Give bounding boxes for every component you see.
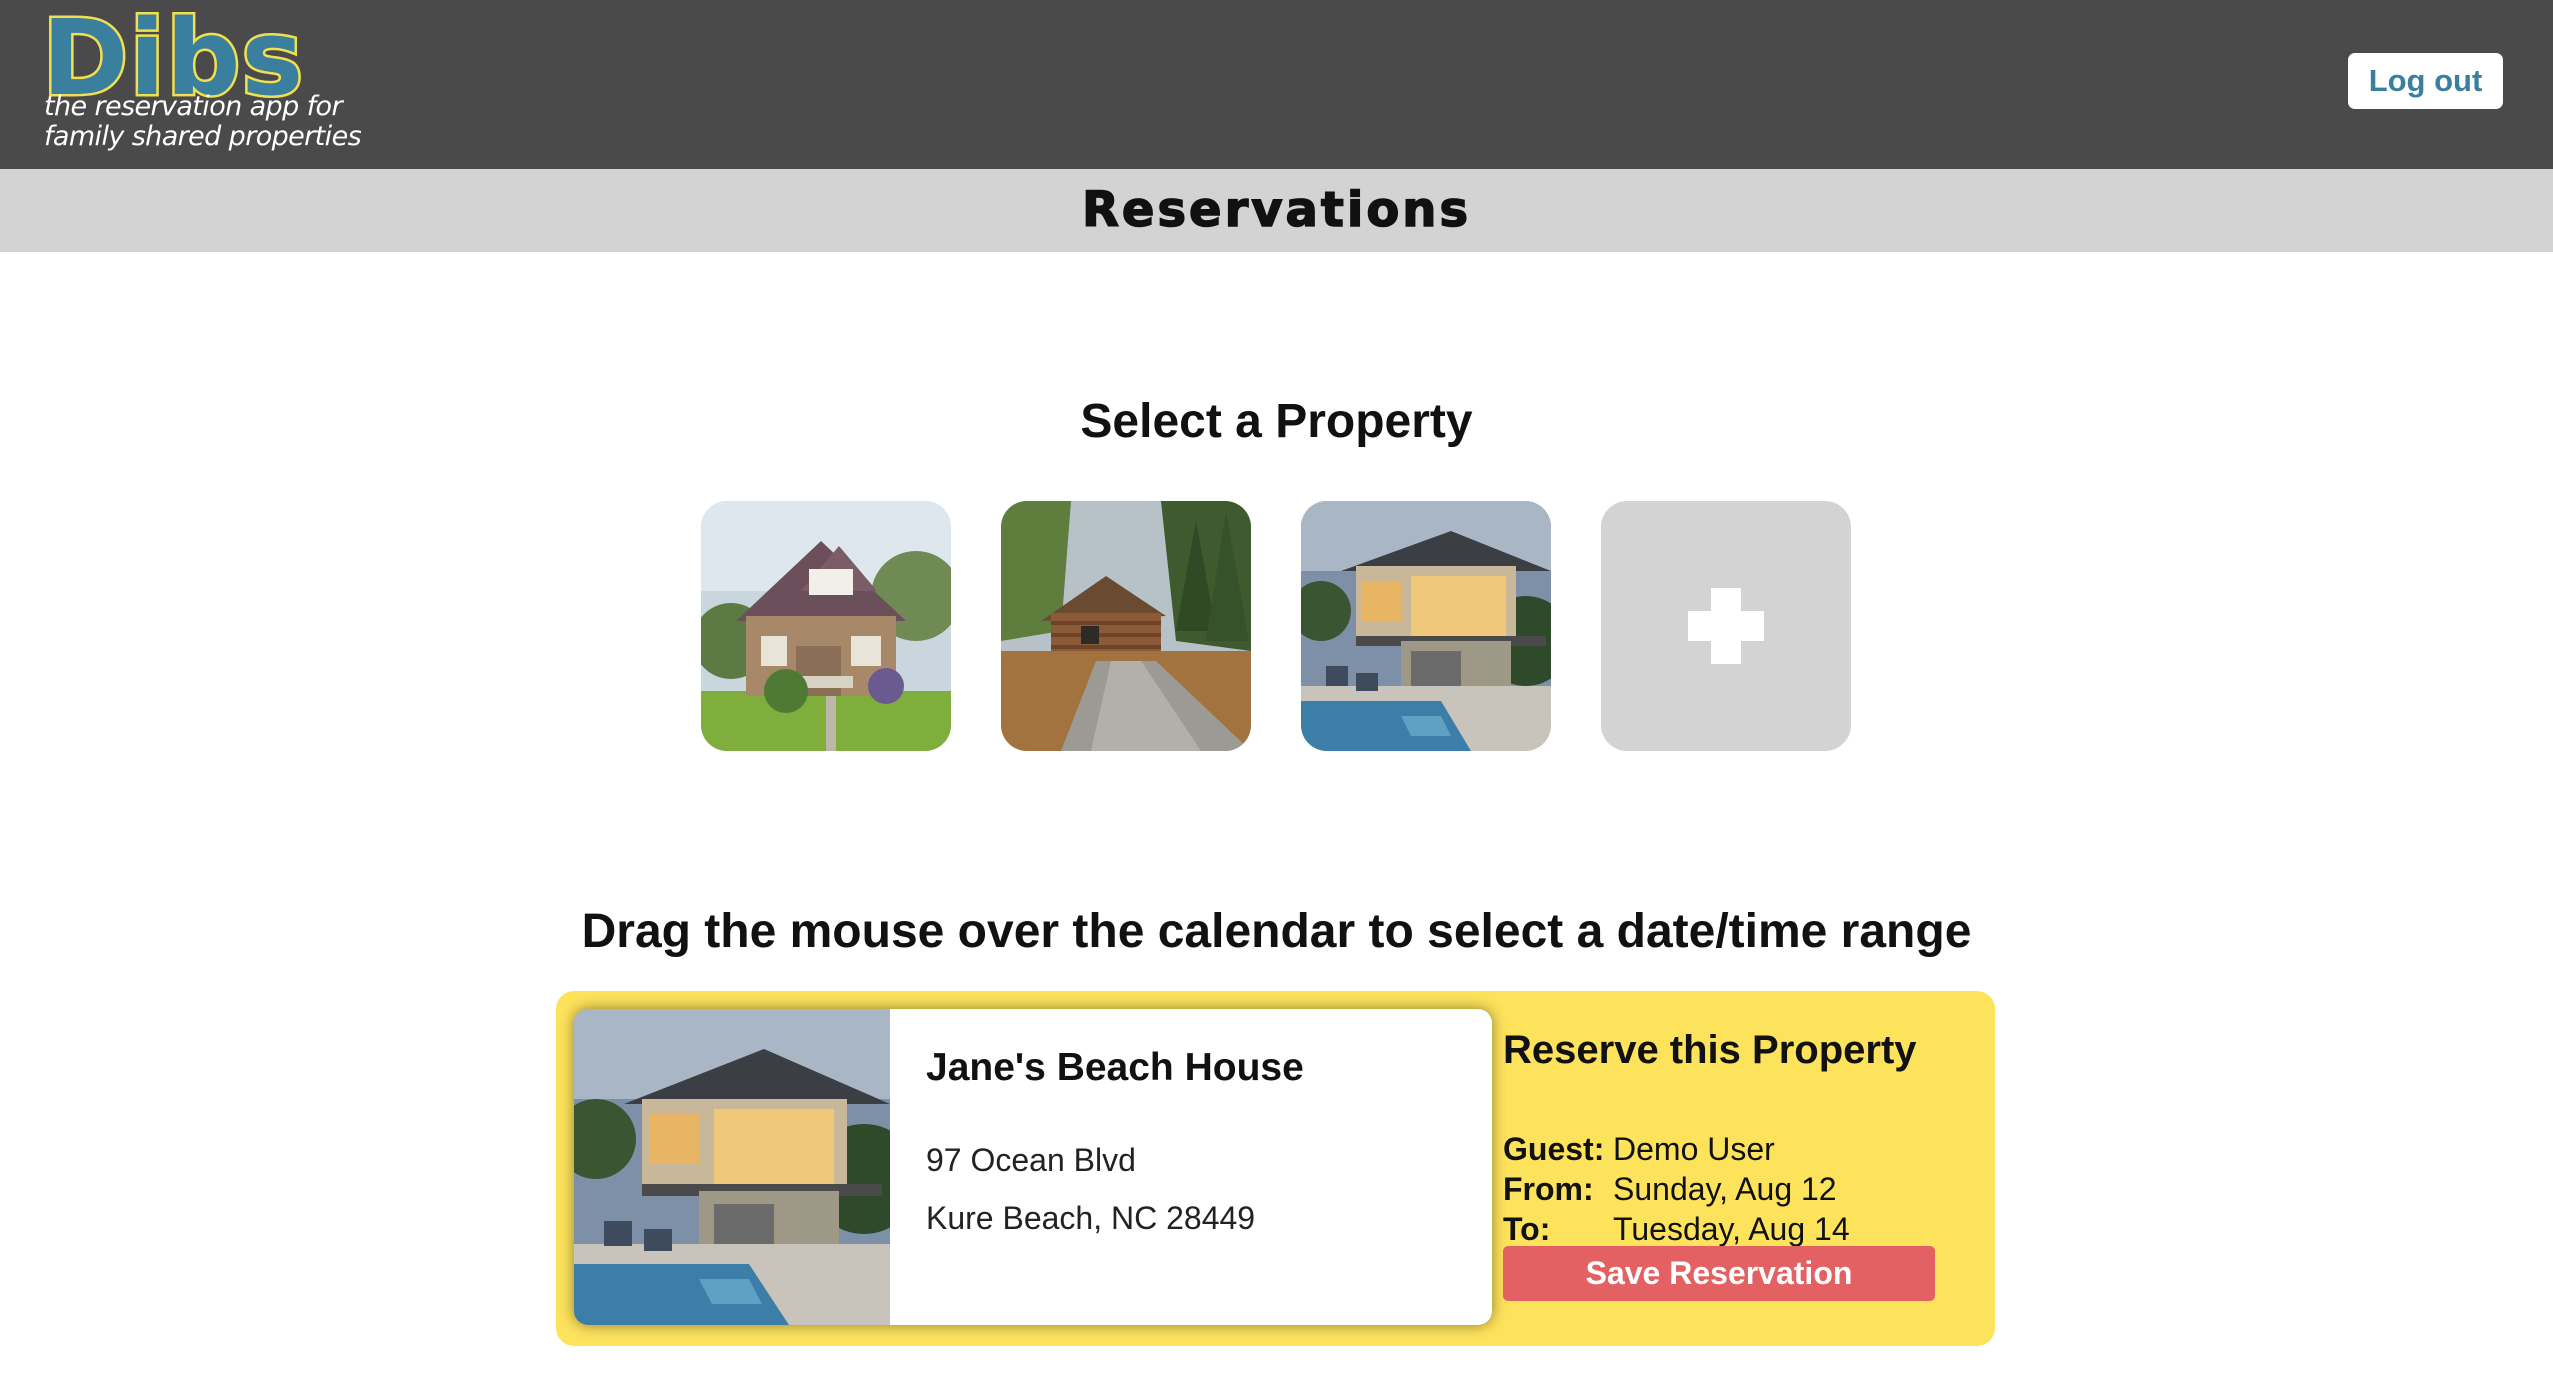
property-thumb-log-cabin[interactable] xyxy=(1001,501,1251,751)
beach-house-photo xyxy=(1301,501,1551,751)
selected-property-card: Jane's Beach House 97 Ocean Blvd Kure Be… xyxy=(574,1009,1492,1325)
selected-property-photo xyxy=(574,1009,890,1325)
log-cabin-photo xyxy=(1001,501,1251,751)
dibs-logo[interactable]: Dibs the reservation app for family shar… xyxy=(39,4,364,162)
tagline-line-1: the reservation app for xyxy=(44,91,343,122)
to-value: Tuesday, Aug 14 xyxy=(1613,1211,1850,1247)
save-reservation-button[interactable]: Save Reservation xyxy=(1503,1246,1935,1301)
tagline-line-2: family shared properties xyxy=(44,121,362,152)
to-row: To: Tuesday, Aug 14 xyxy=(1503,1209,1850,1249)
page-title: Reservations xyxy=(1081,181,1472,239)
property-thumb-craftsman-house[interactable] xyxy=(701,501,951,751)
to-label: To: xyxy=(1503,1211,1551,1247)
property-name: Jane's Beach House xyxy=(926,1046,1304,1089)
reserve-title: Reserve this Property xyxy=(1503,1028,1917,1072)
calendar-instruction: Drag the mouse over the calendar to sele… xyxy=(581,905,1972,958)
add-property-button[interactable] xyxy=(1601,501,1851,751)
guest-value: Demo User xyxy=(1613,1131,1775,1167)
guest-row: Guest: Demo User xyxy=(1503,1129,1775,1169)
select-property-heading: Select a Property xyxy=(1080,395,1473,448)
from-row: From: Sunday, Aug 12 xyxy=(1503,1169,1837,1209)
beach-house-photo xyxy=(574,1009,890,1325)
property-thumb-beach-house[interactable] xyxy=(1301,501,1551,751)
from-value: Sunday, Aug 12 xyxy=(1613,1171,1837,1207)
logout-button[interactable]: Log out xyxy=(2348,53,2503,109)
logo-tagline: the reservation app for family shared pr… xyxy=(44,92,364,152)
property-thumbnails xyxy=(701,501,1851,751)
craftsman-house-photo xyxy=(701,501,951,751)
reservation-panel: Jane's Beach House 97 Ocean Blvd Kure Be… xyxy=(556,991,1995,1346)
property-address-line-1: 97 Ocean Blvd xyxy=(926,1142,1136,1178)
top-bar: Dibs the reservation app for family shar… xyxy=(0,0,2553,169)
guest-label: Guest: xyxy=(1503,1131,1605,1167)
reserve-form: Reserve this Property Guest: Demo User Fr… xyxy=(1503,1027,1943,1327)
from-label: From: xyxy=(1503,1171,1594,1207)
page-header: Reservations xyxy=(0,169,2553,252)
property-address-line-2: Kure Beach, NC 28449 xyxy=(926,1200,1256,1236)
